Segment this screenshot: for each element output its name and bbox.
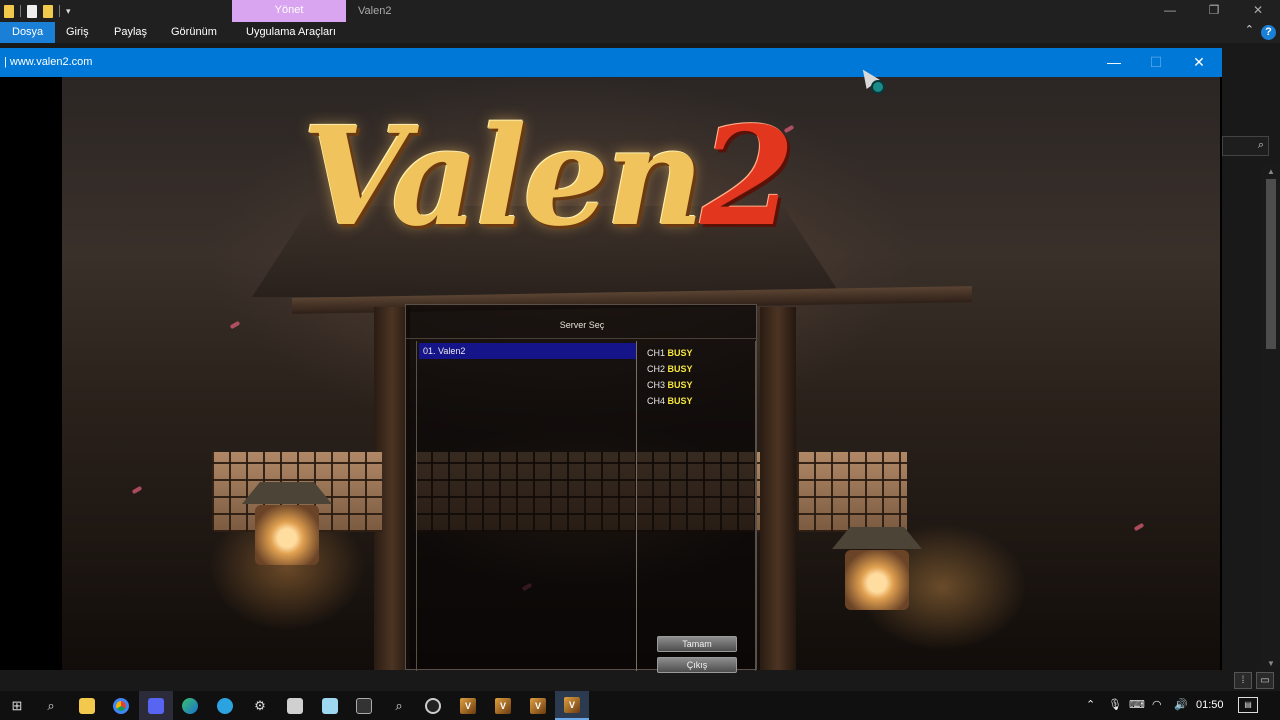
search-icon[interactable]: ⌕	[34, 691, 68, 720]
explorer-window-controls: — ❐ ✕	[1148, 0, 1280, 22]
language-icon[interactable]: ⌨	[1129, 691, 1145, 720]
temple-post	[760, 307, 796, 670]
channel-item[interactable]: CH2 BUSY	[647, 361, 693, 377]
details-view-icon[interactable]: ⁞	[1234, 672, 1252, 689]
valen2-logo: Valen2	[302, 97, 902, 297]
divider	[20, 5, 21, 17]
tab-view[interactable]: Görünüm	[171, 22, 217, 43]
edge-icon[interactable]	[173, 691, 207, 720]
terminal-icon[interactable]	[347, 691, 381, 720]
scroll-up-icon[interactable]: ▲	[1267, 167, 1275, 176]
minimize-icon[interactable]: —	[1148, 0, 1192, 22]
ember-particle	[131, 485, 143, 495]
explorer-title-bar: ▾ Yönet Valen2 — ❐ ✕	[0, 0, 1280, 22]
explorer-scrollbar[interactable]: ▲ ▼	[1262, 165, 1280, 670]
valen2-icon[interactable]: V	[521, 691, 555, 720]
explorer-window-title: Valen2	[358, 5, 392, 17]
search-icon: ⌕	[1257, 139, 1264, 151]
file-explorer-icon[interactable]	[70, 691, 104, 720]
tab-share[interactable]: Paylaş	[114, 22, 147, 43]
valen2-icon[interactable]: V	[555, 691, 589, 720]
collapse-ribbon-icon[interactable]: ⌃	[1245, 23, 1254, 36]
notepad-icon[interactable]	[313, 691, 347, 720]
channel-status: BUSY	[667, 348, 693, 358]
server-select-dialog: Server Seç 01. Valen2 CH1 BUSY CH2 BUSY …	[405, 304, 758, 673]
ok-button[interactable]: Tamam	[657, 636, 737, 652]
game-title-bar: | www.valen2.com — ☐ ✕	[0, 48, 1222, 77]
close-icon[interactable]: ✕	[1236, 0, 1280, 22]
manage-context-tab[interactable]: Yönet	[232, 0, 346, 22]
discord-icon[interactable]	[139, 691, 173, 720]
quick-access-toolbar: ▾	[0, 0, 71, 22]
customize-dropdown-icon[interactable]: ▾	[66, 6, 71, 17]
exit-button[interactable]: Çıkış	[657, 657, 737, 673]
channel-name: CH4	[647, 396, 666, 406]
obs-icon[interactable]	[416, 691, 450, 720]
ember-particle	[1133, 522, 1145, 532]
stone-lantern	[255, 505, 319, 565]
explorer-search-input[interactable]: ⌕	[1222, 136, 1269, 156]
logo-number: 2	[700, 97, 795, 257]
dialog-title: Server Seç	[406, 311, 758, 339]
divider	[59, 5, 60, 17]
channel-status: BUSY	[667, 364, 693, 374]
minimize-icon[interactable]: —	[1094, 48, 1134, 77]
channel-name: CH3	[647, 380, 666, 390]
start-icon[interactable]: ⊞	[0, 691, 34, 720]
shoji-screen	[797, 452, 907, 532]
telegram-icon[interactable]	[208, 691, 242, 720]
tab-file[interactable]: Dosya	[0, 22, 56, 43]
channel-item[interactable]: CH4 BUSY	[647, 393, 693, 409]
large-icons-view-icon[interactable]: ▭	[1256, 672, 1274, 689]
channel-name: CH1	[647, 348, 666, 358]
settings-icon[interactable]: ⚙	[243, 691, 277, 720]
help-icon[interactable]: ?	[1261, 25, 1276, 40]
search-app-icon[interactable]: ⌕	[382, 691, 416, 720]
restore-icon[interactable]: ❐	[1192, 0, 1236, 22]
valen2-icon[interactable]: V	[486, 691, 520, 720]
scrollbar-thumb[interactable]	[1266, 179, 1276, 349]
ember-particle	[229, 320, 241, 330]
notification-center-icon[interactable]: ▤	[1238, 697, 1258, 713]
folder-icon[interactable]	[4, 4, 14, 18]
new-folder-icon[interactable]	[43, 4, 53, 18]
scroll-down-icon[interactable]: ▼	[1267, 659, 1275, 668]
server-list: 01. Valen2	[416, 341, 637, 671]
channel-name: CH2	[647, 364, 666, 374]
maximize-icon: ☐	[1149, 54, 1163, 70]
close-icon[interactable]: ✕	[1179, 48, 1219, 77]
7zip-icon[interactable]	[278, 691, 312, 720]
taskbar: ⊞ ⌕ ⚙ ⌕ V V V V ⌃ 🎙 ⌨ ◠ 🔊 01:50 ▤	[0, 691, 1280, 720]
valen2-icon[interactable]: V	[451, 691, 485, 720]
server-item[interactable]: 01. Valen2	[419, 343, 636, 359]
microphone-icon[interactable]: 🎙	[1108, 691, 1122, 720]
stone-lantern	[845, 550, 909, 610]
logo-word: Valen	[302, 97, 704, 257]
desktop: ▾ Yönet Valen2 — ❐ ✕ Dosya Giriş Paylaş …	[0, 0, 1280, 720]
properties-icon[interactable]	[27, 4, 37, 18]
chrome-icon[interactable]	[104, 691, 138, 720]
channel-status: BUSY	[667, 380, 693, 390]
channel-item[interactable]: CH3 BUSY	[647, 377, 693, 393]
ribbon-tabs: Dosya Giriş Paylaş Görünüm Uygulama Araç…	[0, 22, 1280, 43]
channel-item[interactable]: CH1 BUSY	[647, 345, 693, 361]
channel-list: CH1 BUSY CH2 BUSY CH3 BUSY CH4 BUSY	[638, 341, 756, 671]
clock[interactable]: 01:50	[1196, 691, 1224, 720]
volume-icon[interactable]: 🔊	[1174, 691, 1188, 720]
cursor-gem-icon	[871, 80, 885, 94]
show-hidden-icons-icon[interactable]: ⌃	[1086, 691, 1095, 720]
channel-status: BUSY	[667, 396, 693, 406]
wifi-icon[interactable]: ◠	[1152, 691, 1162, 720]
tab-home[interactable]: Giriş	[66, 22, 89, 43]
game-window-title: | www.valen2.com	[4, 56, 93, 68]
tab-application-tools[interactable]: Uygulama Araçları	[246, 22, 336, 43]
